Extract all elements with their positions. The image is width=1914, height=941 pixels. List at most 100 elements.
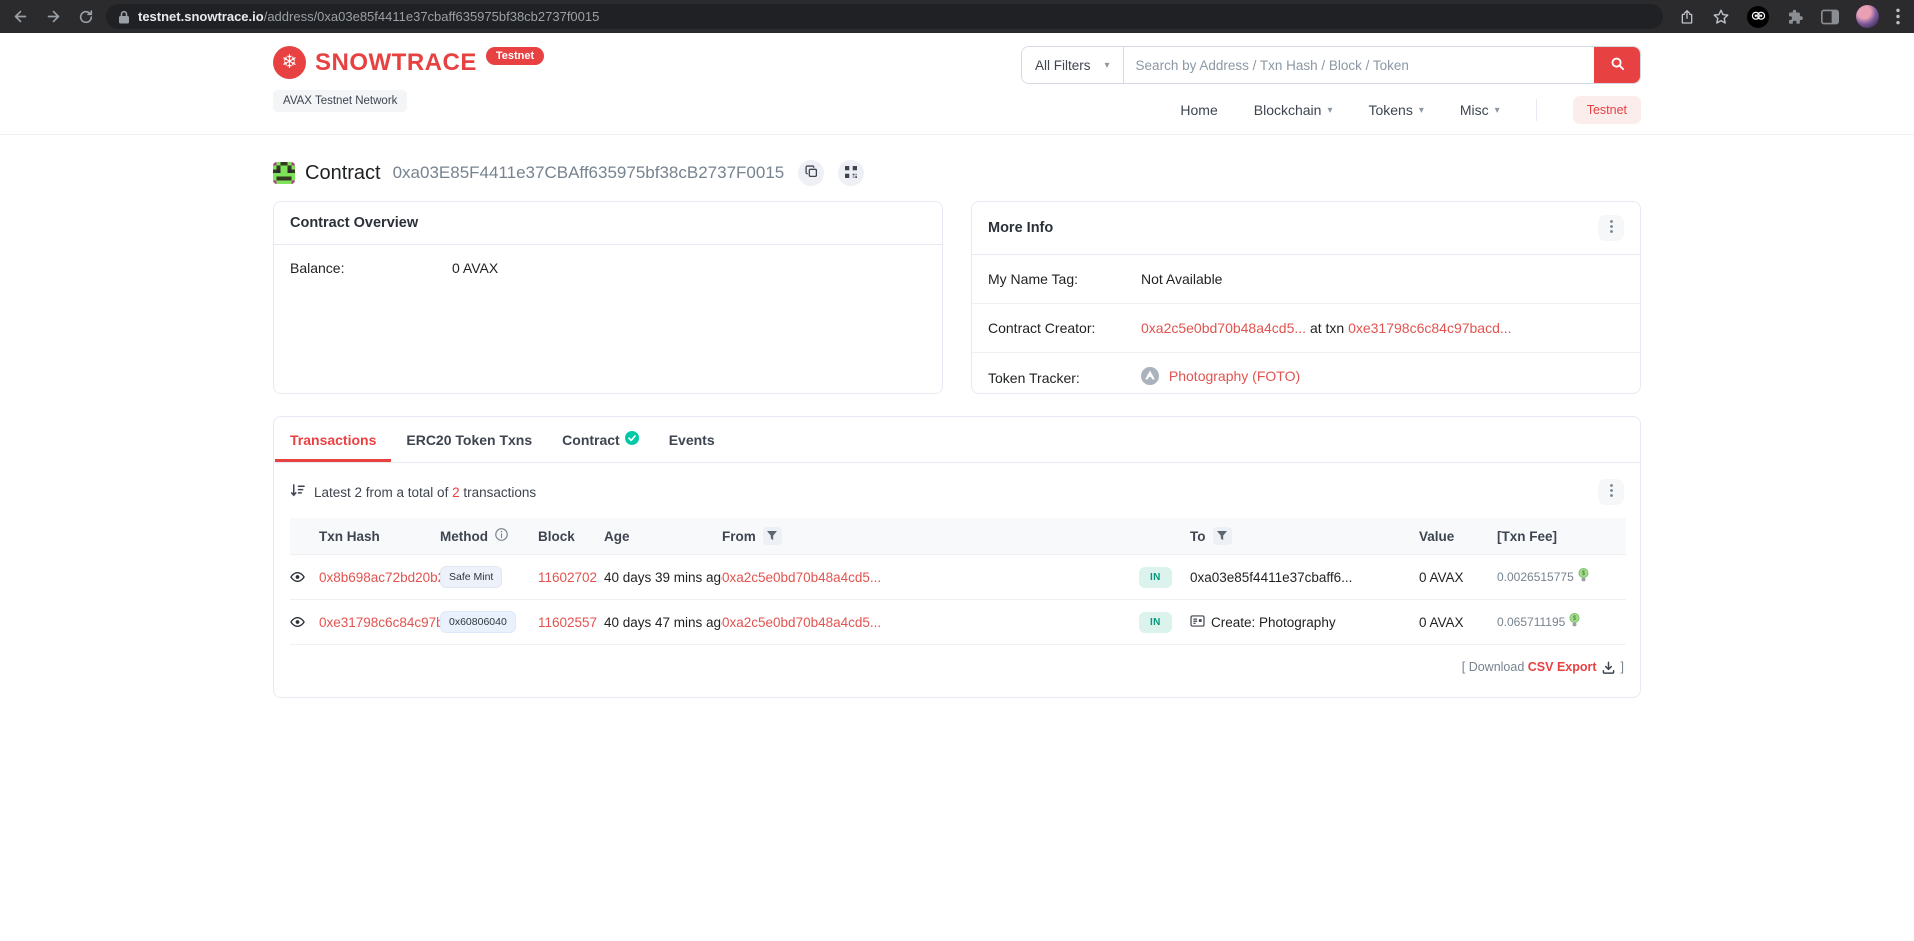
txn-fee-text: 0.0026515775 (1497, 570, 1574, 584)
creator-address-link[interactable]: 0xa2c5e0bd70b48a4cd5... (1141, 320, 1306, 336)
block-link[interactable]: 11602702 (538, 570, 597, 585)
bookmark-star-icon[interactable] (1712, 8, 1730, 26)
copy-address-button[interactable] (798, 160, 824, 186)
to-address-text: 0xa03e85f4411e37cbaff6... (1190, 570, 1352, 585)
value-text: 0 AVAX (1419, 615, 1464, 630)
page-title: Contract (305, 162, 381, 185)
contract-creator-value: 0xa2c5e0bd70b48a4cd5... at txn 0xe31798c… (1141, 320, 1512, 336)
from-address-link[interactable]: 0xa2c5e0bd70b48a4cd5... (722, 570, 881, 585)
transactions-summary-row: Latest 2 from a total of 2 transactions (274, 463, 1640, 505)
transactions-summary-text: Latest 2 from a total of 2 transactions (314, 485, 536, 500)
contract-address: 0xa03E85F4411e37CBAff635975bf38cB2737F00… (393, 163, 785, 183)
balance-label: Balance: (290, 260, 452, 276)
info-icon[interactable] (495, 528, 508, 544)
qr-code-button[interactable] (838, 160, 864, 186)
name-tag-value: Not Available (1141, 271, 1222, 287)
browser-menu-kebab-icon[interactable] (1896, 8, 1900, 25)
block-link[interactable]: 11602557 (538, 615, 597, 630)
creator-at-txn-text: at txn (1310, 320, 1344, 336)
transactions-panel: Transactions ERC20 Token Txns Contract E… (273, 416, 1641, 698)
transaction-row: 0x8b698ac72bd20b2a64... Safe Mint 116027… (290, 555, 1626, 600)
col-age[interactable]: Age (604, 518, 722, 555)
gas-bulb-icon: $ (1569, 613, 1580, 631)
tx-preview-eye-button[interactable] (290, 571, 305, 583)
extensions-puzzle-icon[interactable] (1786, 8, 1804, 26)
csv-export-link[interactable]: CSV Export (1528, 660, 1597, 674)
tab-contract[interactable]: Contract (547, 417, 654, 462)
col-to-label: To (1190, 529, 1206, 544)
to-address-text: Create: Photography (1211, 615, 1336, 630)
tx-preview-eye-button[interactable] (290, 616, 305, 628)
qr-code-icon (845, 166, 857, 181)
from-filter-button[interactable] (763, 527, 782, 545)
brand[interactable]: ❄ SNOWTRACE Testnet (273, 46, 544, 79)
balance-row: Balance: 0 AVAX (274, 245, 942, 291)
nav-tokens-label: Tokens (1368, 102, 1412, 118)
txn-hash-link[interactable]: 0x8b698ac72bd20b2a64... (319, 570, 440, 585)
tab-erc20-label: ERC20 Token Txns (406, 432, 532, 448)
balance-value: 0 AVAX (452, 260, 498, 276)
creator-txn-link[interactable]: 0xe31798c6c84c97bacd... (1348, 320, 1511, 336)
site-header: ❄ SNOWTRACE Testnet AVAX Testnet Network… (0, 33, 1914, 135)
nav-misc-label: Misc (1460, 102, 1489, 118)
adblock-extension-icon[interactable] (1747, 6, 1769, 28)
chevron-down-icon: ▾ (1105, 60, 1110, 71)
col-txn-fee: [Txn Fee] (1497, 518, 1626, 555)
col-to: To (1190, 518, 1419, 555)
tab-bar: Transactions ERC20 Token Txns Contract E… (274, 417, 1640, 463)
side-panel-icon[interactable] (1821, 9, 1839, 25)
token-tracker-row: Token Tracker: Photography (FOTO) (972, 353, 1640, 402)
nav-divider (1536, 99, 1537, 121)
search-filter-label: All Filters (1035, 58, 1091, 73)
tab-contract-label: Contract (562, 432, 620, 448)
search-input[interactable] (1124, 47, 1594, 83)
nav-item-misc[interactable]: Misc ▾ (1460, 102, 1500, 118)
summary-prefix: Latest 2 from a total of (314, 485, 448, 500)
tab-erc20-token-txns[interactable]: ERC20 Token Txns (391, 417, 547, 462)
chevron-down-icon: ▾ (1327, 105, 1332, 116)
verified-check-icon (625, 431, 639, 448)
nav-item-blockchain[interactable]: Blockchain▾ (1254, 102, 1333, 118)
from-address-link[interactable]: 0xa2c5e0bd70b48a4cd5... (722, 615, 881, 630)
brand-testnet-badge: Testnet (486, 47, 544, 65)
search-button[interactable] (1594, 47, 1640, 83)
token-tracker-link[interactable]: Photography (FOTO) (1169, 368, 1300, 384)
chevron-down-icon: ▾ (1419, 105, 1424, 116)
col-eye (290, 518, 319, 555)
share-icon[interactable] (1679, 8, 1695, 26)
profile-avatar[interactable] (1856, 5, 1879, 28)
tab-events[interactable]: Events (654, 417, 730, 462)
name-tag-label: My Name Tag: (988, 271, 1141, 287)
token-tracker-label: Token Tracker: (988, 370, 1141, 386)
token-logo-icon (1141, 372, 1163, 388)
url-domain: testnet.snowtrace.io (138, 9, 264, 24)
search-filter-dropdown[interactable]: All Filters ▾ (1022, 47, 1124, 83)
browser-back-icon[interactable] (12, 8, 29, 25)
magnifier-icon (1610, 56, 1625, 74)
tab-transactions[interactable]: Transactions (275, 417, 391, 462)
direction-badge: IN (1139, 567, 1172, 588)
nav-item-tokens[interactable]: Tokens ▾ (1368, 102, 1423, 118)
to-filter-button[interactable] (1213, 527, 1232, 545)
transactions-menu-button[interactable] (1598, 479, 1624, 505)
screen: testnet.snowtrace.io/address/0xa03e85f44… (0, 0, 1914, 941)
method-badge: Safe Mint (440, 566, 502, 588)
overview-card-title: Contract Overview (290, 215, 418, 231)
address-bar[interactable]: testnet.snowtrace.io/address/0xa03e85f44… (106, 4, 1663, 29)
download-prefix-text: [ Download (1462, 660, 1525, 674)
token-tracker-value: Photography (FOTO) (1141, 367, 1300, 388)
more-info-menu-button[interactable] (1598, 215, 1624, 241)
summary-suffix: transactions (463, 485, 536, 500)
col-from-label: From (722, 529, 756, 544)
age-text: 40 days 39 mins ago (604, 570, 722, 585)
testnet-network-button[interactable]: Testnet (1573, 96, 1641, 124)
browser-reload-icon[interactable] (78, 9, 94, 25)
contract-identicon (273, 162, 295, 184)
nav-item-home[interactable]: Home (1180, 102, 1217, 118)
more-info-card-title: More Info (988, 220, 1053, 236)
browser-forward-icon[interactable] (45, 8, 62, 25)
gas-bulb-icon: $ (1578, 568, 1589, 586)
page-title-row: Contract 0xa03E85F4411e37CBAff635975bf38… (273, 160, 1641, 186)
txn-hash-link[interactable]: 0xe31798c6c84c97bacd... (319, 615, 440, 630)
chevron-down-icon: ▾ (1495, 105, 1500, 116)
